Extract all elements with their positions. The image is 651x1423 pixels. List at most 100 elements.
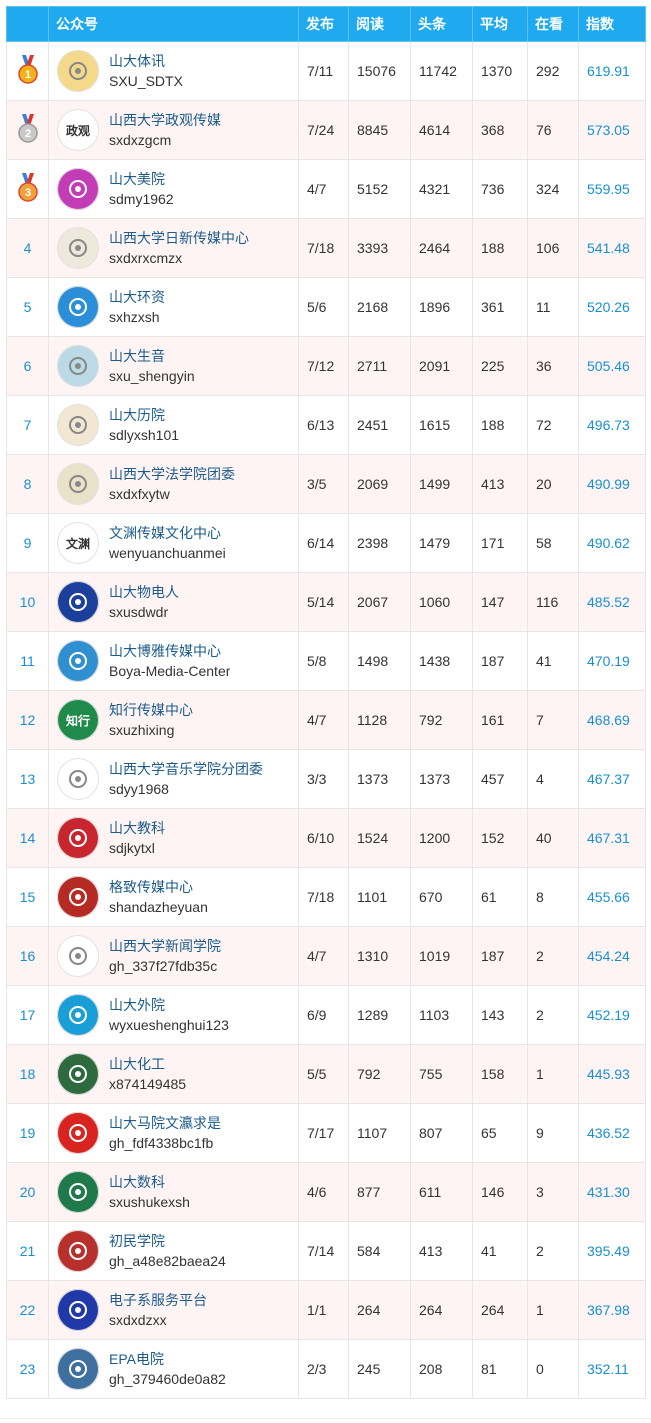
table-row[interactable]: 7 山大历院 sdlyxsh101 6/13 2451 1615 188 72 496.73: [6, 395, 646, 455]
account-info[interactable]: 山大博雅传媒中心 Boya-Media-Center: [57, 640, 298, 682]
account-cell[interactable]: 山大数科 sxushukexsh: [48, 1162, 299, 1222]
index-cell[interactable]: 470.19: [578, 631, 646, 691]
colorful-paint-icon[interactable]: [57, 168, 99, 210]
index-cell[interactable]: 467.37: [578, 749, 646, 809]
table-row[interactable]: 17 山大外院 wyxueshenghui123 6/9 1289 1103 143 2 452…: [6, 985, 646, 1045]
account-name-link[interactable]: 文渊传媒文化中心: [109, 523, 226, 543]
account-name-link[interactable]: 山大环资: [109, 287, 165, 307]
account-cell[interactable]: 山西大学法学院团委 sxdxfxytw: [48, 454, 299, 514]
e-letter-icon[interactable]: [57, 1289, 99, 1331]
table-row[interactable]: 6 山大生音 sxu_shengyin 7/12 2711 2091 225 36 505.46: [6, 336, 646, 396]
account-name-link[interactable]: 山大历院: [109, 405, 179, 425]
account-info[interactable]: 山西大学新闻学院 gh_337f27fdb35c: [57, 935, 298, 977]
round-seal-icon[interactable]: [57, 1230, 99, 1272]
music-note-icon[interactable]: [57, 758, 99, 800]
account-info[interactable]: 山西大学音乐学院分团委 sdyy1968: [57, 758, 298, 800]
swirl-logo-icon[interactable]: [57, 286, 99, 328]
account-cell[interactable]: 政观 山西大学政观传媒 sxdxzgcm: [48, 100, 299, 160]
account-info[interactable]: 山大生音 sxu_shengyin: [57, 345, 298, 387]
globe-icon[interactable]: [57, 994, 99, 1036]
table-row[interactable]: 8 山西大学法学院团委 sxdxfxytw 3/5 2069 1499 413 20 490.9…: [6, 454, 646, 514]
account-cell[interactable]: 山大物电人 sxusdwdr: [48, 572, 299, 632]
account-info[interactable]: 电子系服务平台 sxdxdzxx: [57, 1289, 298, 1331]
index-cell[interactable]: 455.66: [578, 867, 646, 927]
table-row[interactable]: 9 文渊 文渊传媒文化中心 wenyuanchuanmei 6/14 2398 1479 17…: [6, 513, 646, 573]
account-cell[interactable]: 山西大学新闻学院 gh_337f27fdb35c: [48, 926, 299, 986]
table-row[interactable]: 5 山大环资 sxhzxsh 5/6 2168 1896 361 11 520.26: [6, 277, 646, 337]
account-info[interactable]: 山大教科 sdjkytxl: [57, 817, 298, 859]
header-account[interactable]: 公众号: [48, 6, 299, 42]
index-cell[interactable]: 619.91: [578, 41, 646, 101]
index-cell[interactable]: 573.05: [578, 100, 646, 160]
account-cell[interactable]: 山西大学音乐学院分团委 sdyy1968: [48, 749, 299, 809]
table-row[interactable]: 22 电子系服务平台 sxdxdzxx 1/1 264 264 264 1 367.98: [6, 1280, 646, 1340]
banner-logo-icon[interactable]: [57, 935, 99, 977]
account-info[interactable]: 格致传媒中心 shandazheyuan: [57, 876, 298, 918]
account-cell[interactable]: 初民学院 gh_a48e82baea24: [48, 1221, 299, 1281]
header-watching[interactable]: 在看: [527, 6, 579, 42]
table-row[interactable]: 14 山大教科 sdjkytxl 6/10 1524 1200 152 40 467.31: [6, 808, 646, 868]
account-name-link[interactable]: 山大教科: [109, 818, 165, 838]
header-average[interactable]: 平均: [472, 6, 528, 42]
account-cell[interactable]: 山大体讯 SXU_SDTX: [48, 41, 299, 101]
index-cell[interactable]: 490.99: [578, 454, 646, 514]
square-seal-icon[interactable]: [57, 876, 99, 918]
building-icon[interactable]: [57, 404, 99, 446]
circle-seal-icon[interactable]: [57, 581, 99, 623]
account-cell[interactable]: 山大外院 wyxueshenghui123: [48, 985, 299, 1045]
account-cell[interactable]: 电子系服务平台 sxdxdzxx: [48, 1280, 299, 1340]
account-info[interactable]: 山大体讯 SXU_SDTX: [57, 50, 298, 92]
index-cell[interactable]: 367.98: [578, 1280, 646, 1340]
account-name-link[interactable]: 山西大学音乐学院分团委: [109, 759, 263, 779]
pattern-logo-icon[interactable]: [57, 227, 99, 269]
account-cell[interactable]: 山大马院文瀛求是 gh_fdf4338bc1fb: [48, 1103, 299, 1163]
table-row[interactable]: 18 山大化工 x874149485 5/5 792 755 158 1 445.93: [6, 1044, 646, 1104]
index-cell[interactable]: 431.30: [578, 1162, 646, 1222]
account-name-link[interactable]: 山大体讯: [109, 51, 183, 71]
index-cell[interactable]: 436.52: [578, 1103, 646, 1163]
index-cell[interactable]: 467.31: [578, 808, 646, 868]
table-row[interactable]: 13 山西大学音乐学院分团委 sdyy1968 3/3 1373 1373 457 4 467.…: [6, 749, 646, 809]
account-info[interactable]: 山大外院 wyxueshenghui123: [57, 994, 298, 1036]
account-cell[interactable]: 知行 知行传媒中心 sxuzhixing: [48, 690, 299, 750]
account-cell[interactable]: EPA电院 gh_379460de0a82: [48, 1339, 299, 1399]
header-index[interactable]: 指数: [578, 6, 646, 42]
account-name-link[interactable]: 山大外院: [109, 995, 229, 1015]
index-cell[interactable]: 454.24: [578, 926, 646, 986]
account-name-link[interactable]: 格致传媒中心: [109, 877, 208, 897]
account-name-link[interactable]: EPA电院: [109, 1349, 226, 1369]
account-name-link[interactable]: 山西大学日新传媒中心: [109, 228, 249, 248]
table-row[interactable]: 4 山西大学日新传媒中心 sxdxrxcmzx 7/18 3393 2464 188 106 5…: [6, 218, 646, 278]
table-row[interactable]: 1 山大体讯 SXU_SDTX 7/11 15076 11742 1370 292 619.91: [6, 41, 646, 101]
account-name-link[interactable]: 山西大学法学院团委: [109, 464, 235, 484]
account-info[interactable]: 文渊 文渊传媒文化中心 wenyuanchuanmei: [57, 522, 298, 564]
header-headline[interactable]: 头条: [410, 6, 473, 42]
index-cell[interactable]: 352.11: [578, 1339, 646, 1399]
account-info[interactable]: 山西大学日新传媒中心 sxdxrxcmzx: [57, 227, 298, 269]
account-cell[interactable]: 山大环资 sxhzxsh: [48, 277, 299, 337]
table-row[interactable]: 19 山大马院文瀛求是 gh_fdf4338bc1fb 7/17 1107 807 65 9 4…: [6, 1103, 646, 1163]
account-info[interactable]: 山大数科 sxushukexsh: [57, 1171, 298, 1213]
header-reads[interactable]: 阅读: [348, 6, 411, 42]
table-row[interactable]: 23 EPA电院 gh_379460de0a82 2/3 245 208 81 0 352.11: [6, 1339, 646, 1399]
index-cell[interactable]: 468.69: [578, 690, 646, 750]
account-cell[interactable]: 山大美院 sdmy1962: [48, 159, 299, 219]
table-row[interactable]: 3 山大美院 sdmy1962 4/7 5152 4321 736 324 559.95: [6, 159, 646, 219]
account-name-link[interactable]: 山大博雅传媒中心: [109, 641, 230, 661]
account-cell[interactable]: 山大历院 sdlyxsh101: [48, 395, 299, 455]
account-info[interactable]: 山大美院 sdmy1962: [57, 168, 298, 210]
index-cell[interactable]: 395.49: [578, 1221, 646, 1281]
index-cell[interactable]: 485.52: [578, 572, 646, 632]
account-info[interactable]: 山大历院 sdlyxsh101: [57, 404, 298, 446]
gate-icon[interactable]: [57, 1171, 99, 1213]
index-cell[interactable]: 452.19: [578, 985, 646, 1045]
account-name-link[interactable]: 山大物电人: [109, 582, 179, 602]
account-info[interactable]: 山西大学法学院团委 sxdxfxytw: [57, 463, 298, 505]
index-cell[interactable]: 520.26: [578, 277, 646, 337]
account-info[interactable]: 山大化工 x874149485: [57, 1053, 298, 1095]
account-info[interactable]: EPA电院 gh_379460de0a82: [57, 1348, 298, 1390]
table-row[interactable]: 20 山大数科 sxushukexsh 4/6 877 611 146 3 431.30: [6, 1162, 646, 1222]
calligraphy-logo-icon[interactable]: 政观: [57, 109, 99, 151]
account-cell[interactable]: 山大博雅传媒中心 Boya-Media-Center: [48, 631, 299, 691]
account-cell[interactable]: 文渊 文渊传媒文化中心 wenyuanchuanmei: [48, 513, 299, 573]
